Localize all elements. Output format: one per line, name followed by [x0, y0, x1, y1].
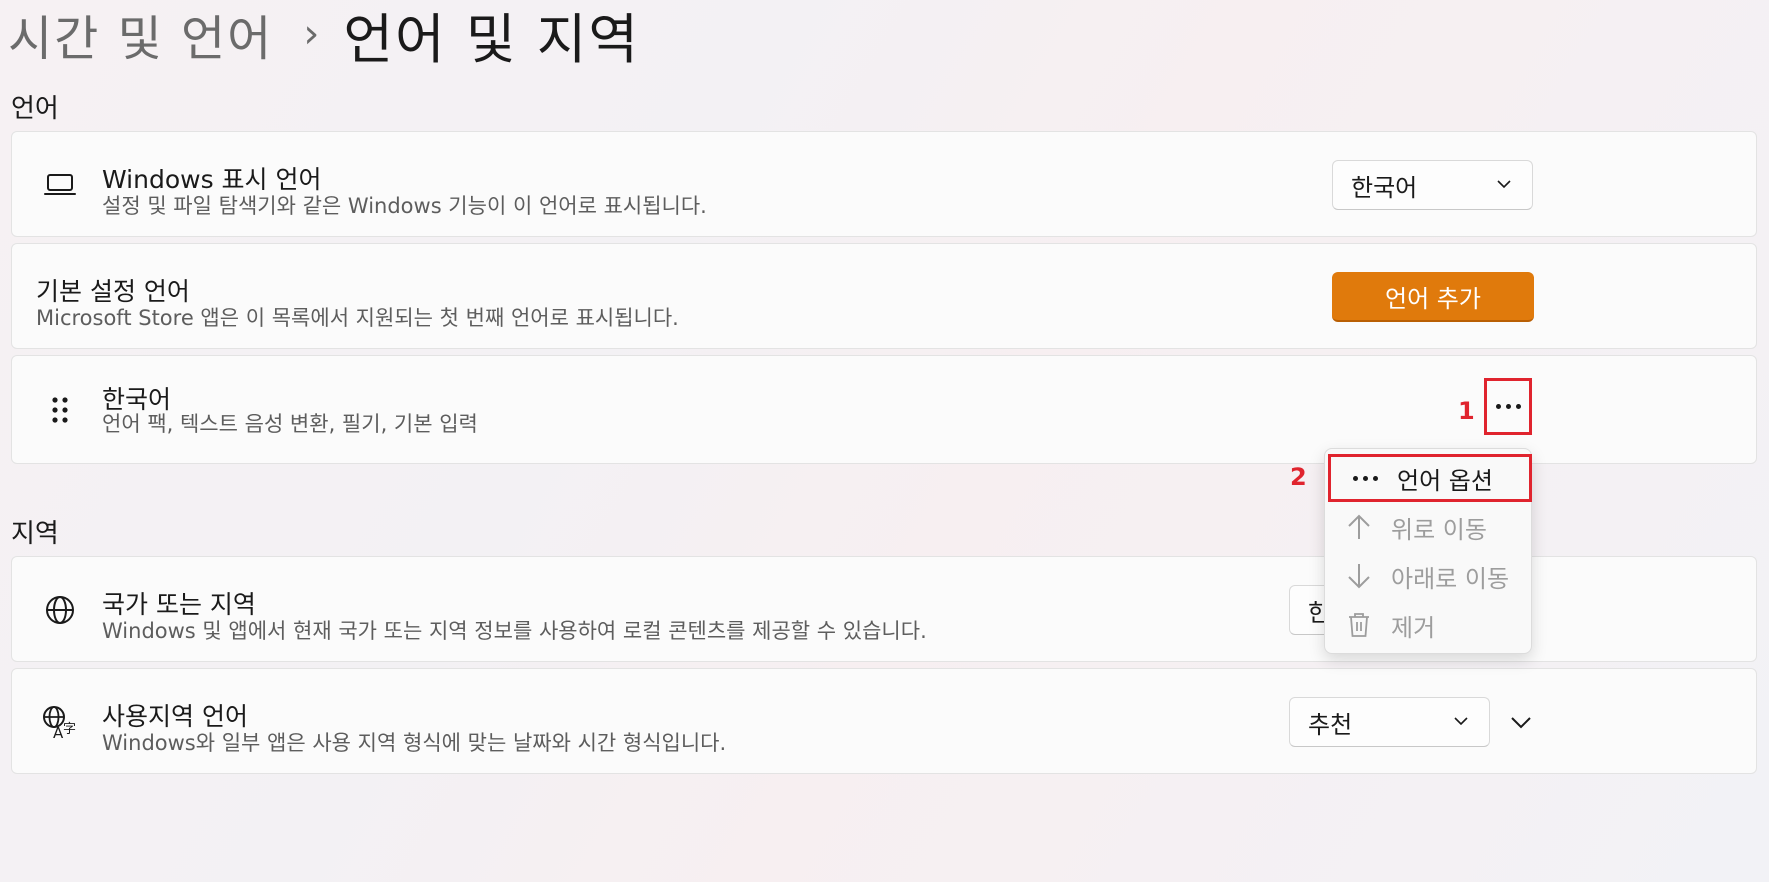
section-title-region: 지역: [11, 519, 59, 549]
language-more-options-button[interactable]: [1484, 378, 1532, 435]
trash-icon: [1339, 612, 1379, 638]
display-language-value: 한국어: [1351, 173, 1418, 202]
chevron-down-icon: [1497, 180, 1511, 189]
display-language-dropdown[interactable]: 한국어: [1332, 160, 1533, 210]
laptop-icon: [40, 165, 80, 205]
add-language-button[interactable]: 언어 추가: [1332, 272, 1534, 322]
preferred-languages-subtitle: Microsoft Store 앱은 이 목록에서 지원되는 첫 번째 언어로 …: [36, 306, 679, 330]
display-language-subtitle: 설정 및 파일 탐색기와 같은 Windows 기능이 이 언어로 표시됩니다.: [102, 194, 707, 218]
breadcrumb-parent[interactable]: 시간 및 언어: [8, 0, 273, 69]
breadcrumb-separator: ›: [303, 11, 320, 57]
menu-item-label: 위로 이동: [1391, 515, 1487, 544]
regional-format-value: 추천: [1308, 710, 1353, 739]
display-language-card: Windows 표시 언어 설정 및 파일 탐색기와 같은 Windows 기능…: [11, 131, 1757, 237]
step-2-label: 2: [1290, 463, 1307, 491]
menu-item-move-up[interactable]: 위로 이동: [1325, 503, 1531, 551]
regional-format-dropdown[interactable]: 추천: [1289, 697, 1490, 747]
svg-text:字: 字: [63, 722, 76, 737]
arrow-up-icon: [1339, 513, 1379, 541]
more-icon: [1495, 404, 1521, 409]
language-context-menu: 언어 옵션 위로 이동 아래로 이동 제거: [1324, 448, 1532, 654]
preferred-languages-card: 기본 설정 언어 Microsoft Store 앱은 이 목록에서 지원되는 …: [11, 243, 1757, 349]
chevron-down-icon: [1454, 717, 1468, 726]
breadcrumb: 시간 및 언어 › 언어 및 지역: [8, 0, 640, 71]
menu-item-move-down[interactable]: 아래로 이동: [1325, 552, 1531, 600]
globe-icon: [40, 590, 80, 630]
step-1-label: 1: [1458, 397, 1475, 425]
regional-format-card: A字 사용지역 언어 Windows와 일부 앱은 사용 지역 형식에 맞는 날…: [11, 668, 1757, 774]
menu-item-label: 제거: [1391, 613, 1436, 642]
country-region-subtitle: Windows 및 앱에서 현재 국가 또는 지역 정보를 사용하여 로컬 콘텐…: [102, 619, 927, 643]
drag-handle-icon[interactable]: [40, 390, 80, 430]
menu-item-language-options[interactable]: 언어 옵션: [1328, 454, 1532, 502]
menu-item-label: 언어 옵션: [1397, 466, 1493, 495]
language-format-icon: A字: [40, 702, 80, 742]
language-item-subtitle: 언어 팩, 텍스트 음성 변환, 필기, 기본 입력: [102, 412, 478, 436]
menu-item-label: 아래로 이동: [1391, 564, 1510, 593]
arrow-down-icon: [1339, 562, 1379, 590]
expand-chevron-icon[interactable]: [1508, 712, 1534, 732]
section-title-language: 언어: [11, 94, 59, 124]
regional-format-subtitle: Windows와 일부 앱은 사용 지역 형식에 맞는 날짜와 시간 형식입니다…: [102, 731, 727, 755]
menu-item-remove[interactable]: 제거: [1325, 601, 1531, 649]
more-icon: [1345, 475, 1385, 481]
page-title: 언어 및 지역: [343, 7, 641, 71]
